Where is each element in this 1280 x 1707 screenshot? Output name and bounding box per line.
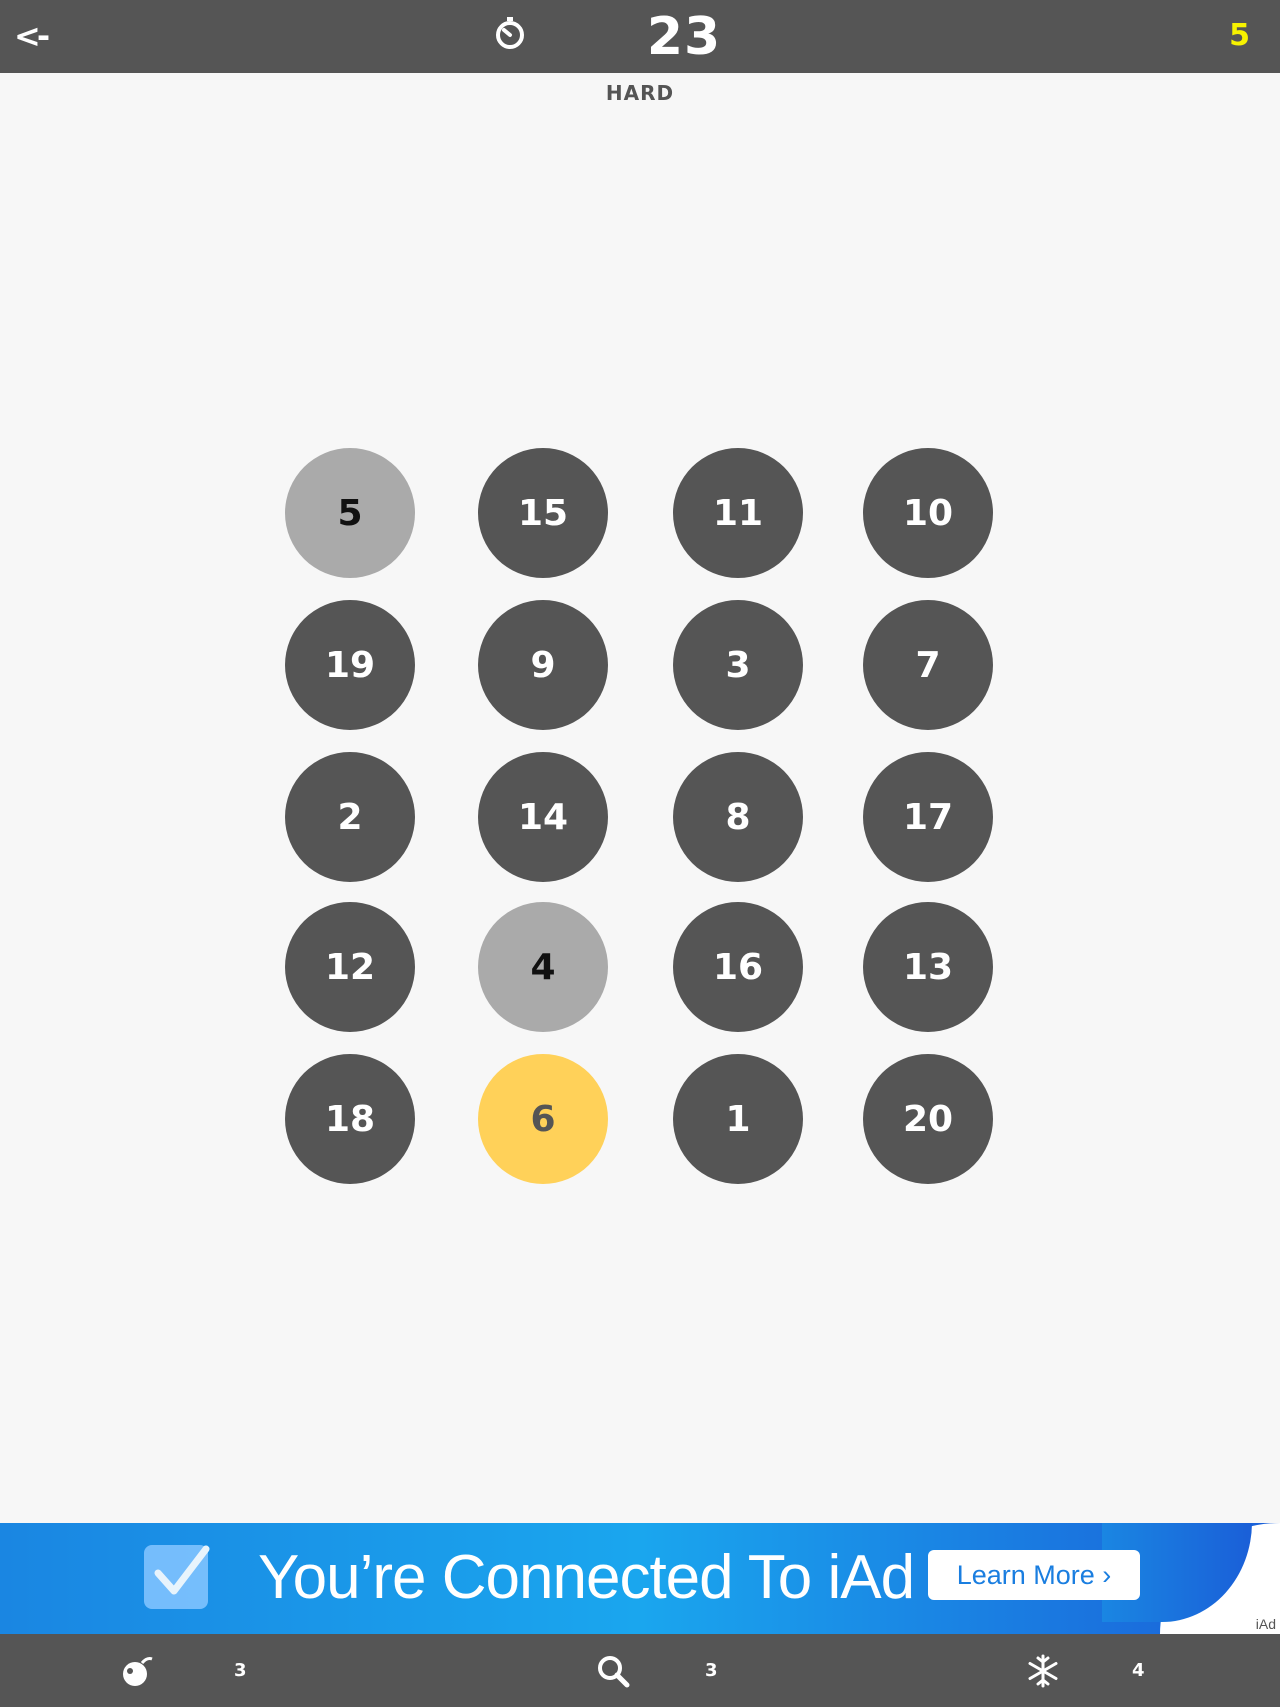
top-bar: <- 23 5 bbox=[0, 0, 1280, 73]
snowflake-icon[interactable] bbox=[1026, 1654, 1060, 1688]
number-tile-8[interactable]: 8 bbox=[673, 752, 803, 882]
back-button[interactable]: <- bbox=[14, 16, 56, 56]
learn-more-button[interactable]: Learn More › bbox=[928, 1550, 1140, 1600]
ad-headline: You’re Connected To iAd bbox=[258, 1543, 915, 1612]
number-tile-6[interactable]: 6 bbox=[478, 1054, 608, 1184]
number-tile-19[interactable]: 19 bbox=[285, 600, 415, 730]
number-tile-3[interactable]: 3 bbox=[673, 600, 803, 730]
checkmark-icon bbox=[144, 1545, 210, 1609]
score-value: 5 bbox=[1229, 18, 1250, 53]
number-tile-7[interactable]: 7 bbox=[863, 600, 993, 730]
number-board: 5 15 11 10 19 9 3 7 2 14 8 17 12 4 16 13 18 6 1 20 bbox=[0, 0, 1280, 1707]
number-tile-11[interactable]: 11 bbox=[673, 448, 803, 578]
stopwatch-icon bbox=[496, 17, 524, 49]
number-tile-5[interactable]: 5 bbox=[285, 448, 415, 578]
number-tile-20[interactable]: 20 bbox=[863, 1054, 993, 1184]
powerup-bar: 3 3 4 bbox=[0, 1634, 1280, 1707]
bomb-count: 3 bbox=[234, 1660, 247, 1681]
number-tile-2[interactable]: 2 bbox=[285, 752, 415, 882]
number-tile-9[interactable]: 9 bbox=[478, 600, 608, 730]
number-tile-15[interactable]: 15 bbox=[478, 448, 608, 578]
timer-value: 23 bbox=[646, 7, 722, 67]
number-tile-18[interactable]: 18 bbox=[285, 1054, 415, 1184]
ad-banner[interactable]: You’re Connected To iAd Learn More › iAd bbox=[0, 1523, 1280, 1634]
number-tile-17[interactable]: 17 bbox=[863, 752, 993, 882]
number-tile-16[interactable]: 16 bbox=[673, 902, 803, 1032]
iad-badge: iAd bbox=[1255, 1616, 1276, 1632]
number-tile-12[interactable]: 12 bbox=[285, 902, 415, 1032]
number-tile-10[interactable]: 10 bbox=[863, 448, 993, 578]
magnifier-icon[interactable] bbox=[596, 1654, 630, 1688]
number-tile-4[interactable]: 4 bbox=[478, 902, 608, 1032]
difficulty-label: HARD bbox=[605, 81, 675, 105]
bomb-icon[interactable] bbox=[120, 1654, 154, 1688]
magnifier-count: 3 bbox=[705, 1660, 718, 1681]
number-tile-14[interactable]: 14 bbox=[478, 752, 608, 882]
snowflake-count: 4 bbox=[1132, 1660, 1145, 1681]
number-tile-1[interactable]: 1 bbox=[673, 1054, 803, 1184]
number-tile-13[interactable]: 13 bbox=[863, 902, 993, 1032]
